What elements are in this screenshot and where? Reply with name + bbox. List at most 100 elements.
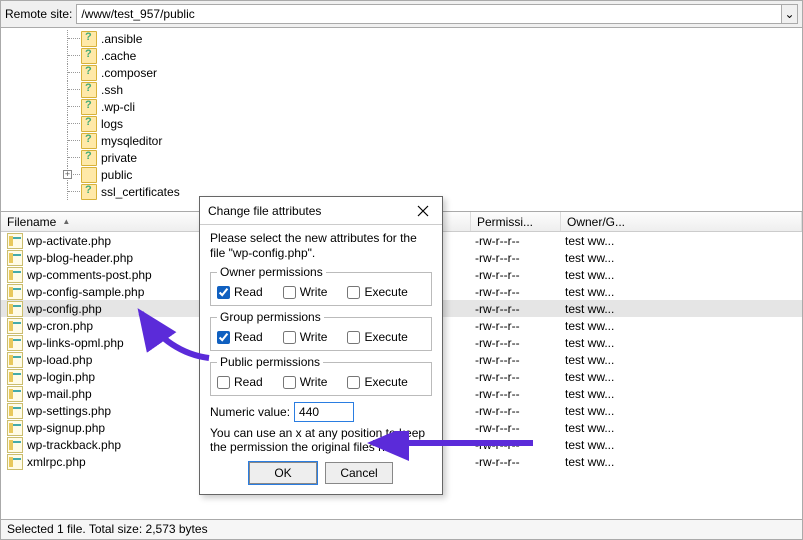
file-name: wp-comments-post.php — [27, 268, 152, 282]
php-file-icon — [7, 386, 23, 402]
file-name: wp-activate.php — [27, 234, 111, 248]
close-icon[interactable] — [410, 201, 436, 221]
tree-item-label: private — [101, 151, 137, 165]
public-write-checkbox[interactable]: Write — [283, 375, 328, 389]
folder-unknown-icon — [81, 31, 97, 47]
public-read-checkbox[interactable]: Read — [217, 375, 263, 389]
cancel-button[interactable]: Cancel — [325, 462, 393, 484]
file-owner: test ww... — [561, 319, 802, 333]
php-file-icon — [7, 301, 23, 317]
remote-tree[interactable]: .ansible .cache .composer .ssh.wp-cli logsmy… — [1, 28, 802, 212]
tree-item-public[interactable]: + public — [1, 166, 802, 183]
public-legend: Public permissions — [217, 355, 323, 369]
tree-item-label: public — [101, 168, 132, 182]
file-permissions: -rw-r--r-- — [471, 302, 561, 316]
tree-item--ansible[interactable]: .ansible — [1, 30, 802, 47]
tree-item-label: logs — [101, 117, 123, 131]
tree-item--cache[interactable]: .cache — [1, 47, 802, 64]
file-permissions: -rw-r--r-- — [471, 234, 561, 248]
owner-read-checkbox[interactable]: Read — [217, 285, 263, 299]
file-owner: test ww... — [561, 302, 802, 316]
tree-item--composer[interactable]: .composer — [1, 64, 802, 81]
folder-unknown-icon — [81, 116, 97, 132]
file-permissions: -rw-r--r-- — [471, 268, 561, 282]
folder-unknown-icon — [81, 184, 97, 200]
php-file-icon — [7, 420, 23, 436]
column-filename[interactable]: Filename▲ — [1, 212, 201, 231]
tree-item--ssh[interactable]: .ssh — [1, 81, 802, 98]
file-owner: test ww... — [561, 387, 802, 401]
tree-item-label: .cache — [101, 49, 136, 63]
remote-site-label: Remote site: — [5, 7, 72, 21]
php-file-icon — [7, 335, 23, 351]
file-owner: test ww... — [561, 370, 802, 384]
php-file-icon — [7, 352, 23, 368]
php-file-icon — [7, 369, 23, 385]
php-file-icon — [7, 454, 23, 470]
php-file-icon — [7, 233, 23, 249]
remote-path-input[interactable] — [76, 4, 782, 24]
file-name: wp-settings.php — [27, 404, 111, 418]
public-execute-checkbox[interactable]: Execute — [347, 375, 407, 389]
group-legend: Group permissions — [217, 310, 324, 324]
folder-unknown-icon — [81, 150, 97, 166]
file-permissions: -rw-r--r-- — [471, 370, 561, 384]
group-permissions-group: Group permissions Read Write Execute — [210, 310, 432, 351]
file-permissions: -rw-r--r-- — [471, 251, 561, 265]
php-file-icon — [7, 403, 23, 419]
owner-execute-checkbox[interactable]: Execute — [347, 285, 407, 299]
folder-unknown-icon — [81, 99, 97, 115]
public-permissions-group: Public permissions Read Write Execute — [210, 355, 432, 396]
status-bar: Selected 1 file. Total size: 2,573 bytes — [1, 519, 802, 539]
tree-item-private[interactable]: private — [1, 149, 802, 166]
file-name: wp-mail.php — [27, 387, 92, 401]
ok-button[interactable]: OK — [249, 462, 317, 484]
remote-site-bar: Remote site: ⌄ — [1, 1, 802, 28]
file-owner: test ww... — [561, 455, 802, 469]
file-name: wp-links-opml.php — [27, 336, 124, 350]
tree-item-label: .ansible — [101, 32, 142, 46]
group-execute-checkbox[interactable]: Execute — [347, 330, 407, 344]
dialog-title: Change file attributes — [208, 204, 321, 218]
owner-permissions-group: Owner permissions Read Write Execute — [210, 265, 432, 306]
file-name: wp-login.php — [27, 370, 95, 384]
tree-item--wp-cli[interactable]: .wp-cli — [1, 98, 802, 115]
dialog-titlebar[interactable]: Change file attributes — [200, 197, 442, 225]
column-owner[interactable]: Owner/G... — [561, 212, 802, 231]
tree-item-logs[interactable]: logs — [1, 115, 802, 132]
file-owner: test ww... — [561, 421, 802, 435]
file-owner: test ww... — [561, 251, 802, 265]
php-file-icon — [7, 250, 23, 266]
php-file-icon — [7, 437, 23, 453]
file-name: wp-blog-header.php — [27, 251, 133, 265]
file-owner: test ww... — [561, 285, 802, 299]
tree-item-label: .composer — [101, 66, 157, 80]
column-permissions[interactable]: Permissi... — [471, 212, 561, 231]
file-name: xmlrpc.php — [27, 455, 86, 469]
owner-legend: Owner permissions — [217, 265, 326, 279]
tree-expand-icon[interactable]: + — [63, 170, 72, 179]
file-owner: test ww... — [561, 268, 802, 282]
file-name: wp-cron.php — [27, 319, 93, 333]
file-permissions: -rw-r--r-- — [471, 353, 561, 367]
dialog-hint: You can use an x at any position to keep… — [210, 426, 432, 454]
file-name: wp-config-sample.php — [27, 285, 144, 299]
group-write-checkbox[interactable]: Write — [283, 330, 328, 344]
file-permissions: -rw-r--r-- — [471, 387, 561, 401]
sort-caret-icon: ▲ — [62, 217, 70, 226]
file-permissions: -rw-r--r-- — [471, 336, 561, 350]
tree-item-label: .ssh — [101, 83, 123, 97]
folder-unknown-icon — [81, 133, 97, 149]
group-read-checkbox[interactable]: Read — [217, 330, 263, 344]
chevron-down-icon[interactable]: ⌄ — [782, 4, 798, 24]
owner-write-checkbox[interactable]: Write — [283, 285, 328, 299]
numeric-value-input[interactable] — [294, 402, 354, 422]
file-owner: test ww... — [561, 234, 802, 248]
tree-item-label: ssl_certificates — [101, 185, 180, 199]
folder-unknown-icon — [81, 82, 97, 98]
file-permissions: -rw-r--r-- — [471, 421, 561, 435]
tree-item-mysqleditor[interactable]: mysqleditor — [1, 132, 802, 149]
file-owner: test ww... — [561, 336, 802, 350]
file-owner: test ww... — [561, 438, 802, 452]
file-permissions: -rw-r--r-- — [471, 455, 561, 469]
